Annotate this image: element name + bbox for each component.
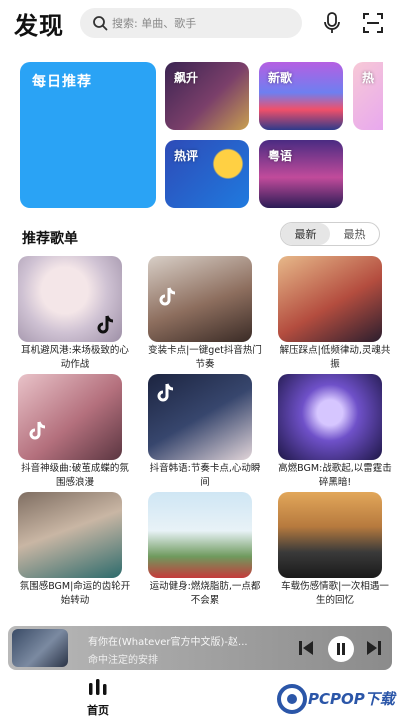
sort-toggle: 最新 最热	[280, 222, 380, 246]
playlist-card[interactable]: 抖音韩语:节奏卡点,心动瞬间	[148, 374, 260, 490]
tile-label: 粤语	[268, 149, 293, 163]
search-input[interactable]	[112, 16, 282, 30]
playlist-cover	[18, 374, 122, 460]
playlist-caption: 耳机避风港:来场极致的心动作战	[21, 345, 129, 370]
tile-label: 新歌	[268, 71, 293, 85]
previous-icon[interactable]	[296, 638, 316, 658]
playlist-card[interactable]: 耳机避风港:来场极致的心动作战	[18, 256, 129, 372]
playlist-card[interactable]: 变装卡点|一键get抖音热门节奏	[148, 256, 262, 372]
top-bar: 发现	[0, 0, 400, 46]
playlist-card[interactable]: 高燃BGM:战歌起,以雷霆击碎黑暗!	[278, 374, 392, 490]
now-playing-title: 有你在(Whatever官方中文版)-赵...	[88, 637, 248, 648]
playlist-caption: 高燃BGM:战歌起,以雷霆击碎黑暗!	[278, 463, 392, 488]
sort-newest-button[interactable]: 最新	[281, 223, 330, 245]
category-tile-cantonese[interactable]: 粤语	[259, 140, 343, 208]
playlist-caption: 解压踩点|低频律动,灵魂共振	[279, 345, 391, 370]
search-bar[interactable]	[80, 8, 302, 38]
playlist-card[interactable]: 车载伤感情歌|一次相遇一生的回忆	[278, 492, 389, 608]
daily-recommend-label: 每日推荐	[32, 74, 92, 90]
pause-icon	[337, 643, 345, 655]
search-icon	[93, 16, 108, 31]
playlist-cover	[18, 492, 122, 578]
daily-recommend-card[interactable]: 每日推荐	[20, 62, 156, 208]
playlist-card[interactable]: 抖音神级曲:破茧成蝶的氛围感浪漫	[18, 374, 129, 490]
playlist-caption: 车载伤感情歌|一次相遇一生的回忆	[281, 581, 389, 606]
tile-label: 飙升	[174, 71, 199, 85]
playlist-cover	[148, 492, 252, 578]
nav-home[interactable]: 首页	[78, 678, 118, 717]
playlist-caption: 氛围感BGM|命运的齿轮开始转动	[19, 581, 131, 606]
tile-label: 热	[362, 71, 375, 85]
playlist-card[interactable]: 解压踩点|低频律动,灵魂共振	[278, 256, 390, 372]
next-icon[interactable]	[364, 638, 384, 658]
section-title: 推荐歌单	[22, 231, 78, 247]
sort-hottest-button[interactable]: 最热	[330, 223, 379, 245]
page-title: 发现	[14, 12, 64, 40]
playlist-card[interactable]: 氛围感BGM|命运的齿轮开始转动	[18, 492, 130, 608]
microphone-icon[interactable]	[322, 12, 342, 34]
home-bars-icon	[89, 679, 107, 695]
scan-icon[interactable]	[362, 12, 384, 34]
now-playing-lyric: 命中注定的安排	[88, 655, 158, 666]
category-tile-hot-comments[interactable]: 热评	[165, 140, 249, 208]
playlist-caption: 抖音神级曲:破茧成蝶的氛围感浪漫	[21, 463, 129, 488]
tiktok-icon	[159, 287, 176, 306]
playlist-cover	[148, 256, 252, 342]
tiktok-icon	[157, 383, 174, 402]
pause-button[interactable]	[328, 636, 354, 662]
tiktok-icon	[97, 315, 114, 334]
playlist-caption: 变装卡点|一键get抖音热门节奏	[148, 345, 262, 370]
playlist-cover	[278, 256, 382, 342]
playlist-caption: 运动健身:燃烧脂肪,一点都不会累	[149, 581, 261, 606]
category-tile-soaring[interactable]: 飙升	[165, 62, 249, 130]
watermark-text: PCPOP下载	[308, 690, 395, 708]
category-tile-hot[interactable]: 热	[353, 62, 383, 130]
now-playing-cover	[12, 629, 68, 667]
nav-home-label: 首页	[87, 704, 109, 717]
tiktok-icon	[29, 421, 46, 440]
mini-player[interactable]: 有你在(Whatever官方中文版)-赵... 命中注定的安排	[8, 626, 392, 670]
playlist-cover	[148, 374, 252, 460]
playlist-card[interactable]: 运动健身:燃烧脂肪,一点都不会累	[148, 492, 260, 608]
tile-label: 热评	[174, 149, 199, 163]
category-tile-new-songs[interactable]: 新歌	[259, 62, 343, 130]
playlist-cover	[18, 256, 122, 342]
playlist-cover	[278, 492, 382, 578]
playlist-cover	[278, 374, 382, 460]
playlist-caption: 抖音韩语:节奏卡点,心动瞬间	[149, 463, 261, 488]
